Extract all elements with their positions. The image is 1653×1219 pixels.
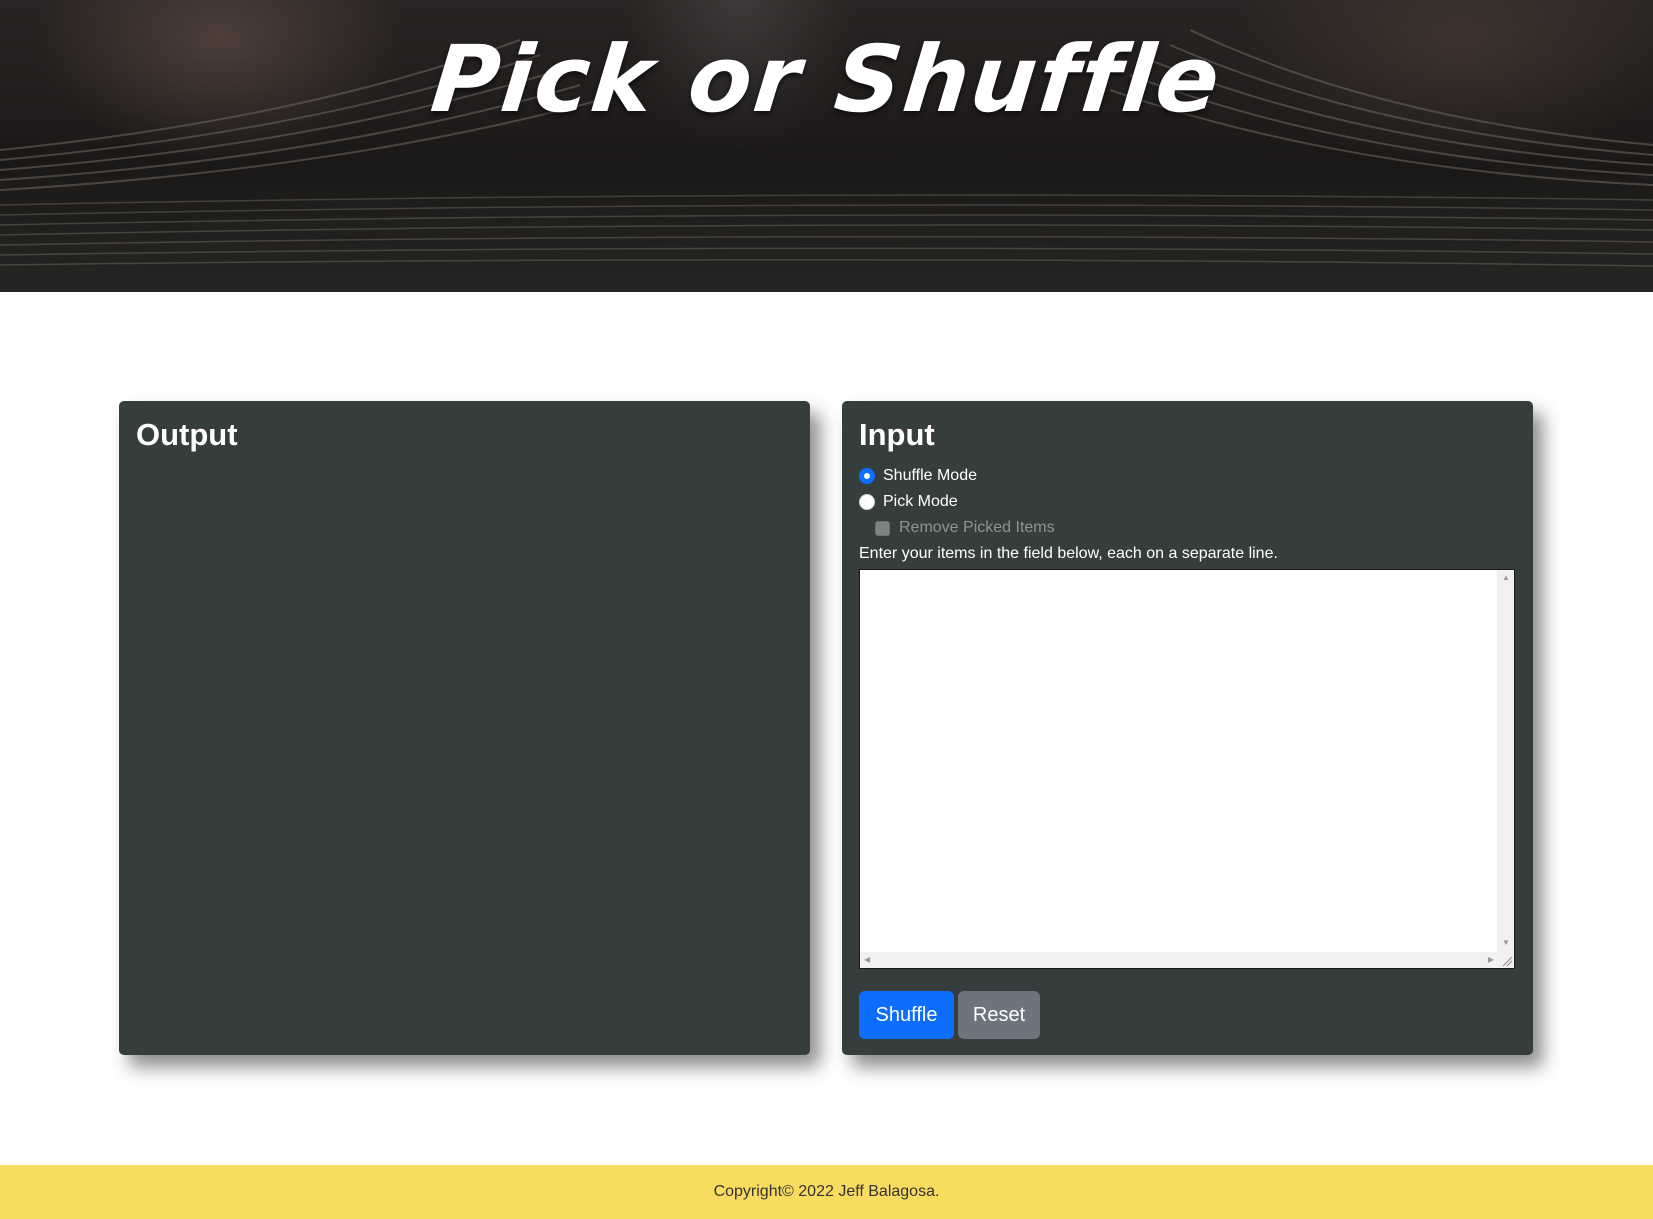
scroll-up-icon[interactable]: ▲: [1502, 574, 1510, 582]
reset-button[interactable]: Reset: [958, 991, 1040, 1039]
remove-picked-option: Remove Picked Items: [875, 519, 1055, 537]
scroll-right-icon[interactable]: ▶: [1488, 956, 1494, 964]
remove-picked-checkbox: [875, 520, 890, 536]
shuffle-mode-label: Shuffle Mode: [883, 467, 977, 484]
pick-mode-option[interactable]: Pick Mode: [859, 493, 958, 511]
input-panel: Input Shuffle Mode Pick Mode Remove Pick…: [842, 401, 1533, 1055]
copyright-text: Copyright© 2022 Jeff Balagosa.: [713, 1183, 940, 1200]
input-title: Input: [859, 417, 935, 452]
output-panel: Output: [119, 401, 810, 1055]
footer: Copyright© 2022 Jeff Balagosa.: [0, 1165, 1653, 1219]
horizontal-scrollbar[interactable]: ◀ ▶: [860, 952, 1498, 968]
shuffle-mode-option[interactable]: Shuffle Mode: [859, 467, 977, 485]
scroll-left-icon[interactable]: ◀: [864, 956, 870, 964]
scroll-down-icon[interactable]: ▼: [1502, 939, 1510, 947]
page-title: Pick or Shuffle: [426, 26, 1227, 133]
output-title: Output: [136, 417, 238, 452]
hero-header: Pick or Shuffle: [0, 0, 1653, 292]
shuffle-mode-radio[interactable]: [859, 468, 875, 484]
vertical-scrollbar[interactable]: ▲ ▼: [1497, 570, 1514, 953]
resize-grip-icon[interactable]: [1497, 952, 1514, 968]
items-textarea[interactable]: ▲ ▼ ◀ ▶: [859, 569, 1515, 969]
remove-picked-label: Remove Picked Items: [899, 519, 1055, 536]
resize-handle[interactable]: [1497, 952, 1514, 968]
pick-mode-label: Pick Mode: [883, 493, 958, 510]
input-hint: Enter your items in the field below, eac…: [859, 545, 1278, 562]
shuffle-button[interactable]: Shuffle: [859, 991, 954, 1039]
pick-mode-radio[interactable]: [859, 494, 875, 510]
